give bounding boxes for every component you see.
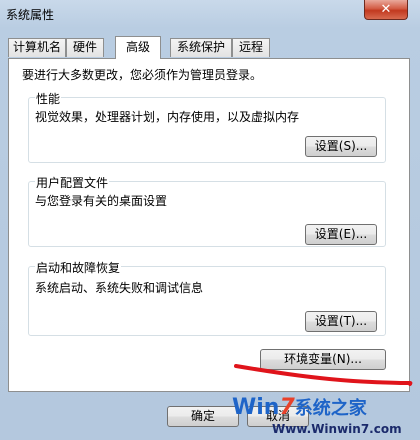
tab-remote[interactable]: 远程 bbox=[232, 38, 270, 57]
close-icon: ✕ bbox=[380, 2, 392, 17]
startup-recovery-description: 系统启动、系统失败和调试信息 bbox=[35, 281, 204, 295]
startup-recovery-group: 启动和故障恢复 系统启动、系统失败和调试信息 设置(T)... bbox=[28, 259, 386, 336]
startup-recovery-settings-button[interactable]: 设置(T)... bbox=[305, 311, 377, 332]
red-underline-annotation bbox=[234, 364, 413, 386]
user-profiles-description: 与您登录有关的桌面设置 bbox=[35, 194, 168, 208]
performance-group-title: 性能 bbox=[35, 90, 62, 107]
window-title: 系统属性 bbox=[6, 8, 55, 22]
tab-system-protection[interactable]: 系统保护 bbox=[170, 38, 232, 57]
performance-description: 视觉效果，处理器计划，内存使用，以及虚拟内存 bbox=[35, 110, 300, 124]
admin-notice: 要进行大多数更改，您必须作为管理员登录。 bbox=[22, 68, 263, 82]
close-button[interactable]: ✕ bbox=[364, 0, 408, 20]
ok-button[interactable]: 确定 bbox=[167, 406, 239, 427]
watermark-url: Www.Winwin7.com bbox=[272, 422, 402, 436]
performance-settings-button[interactable]: 设置(S)... bbox=[305, 136, 377, 157]
tab-computer-name[interactable]: 计算机名 bbox=[8, 38, 66, 57]
user-profiles-group-title: 用户配置文件 bbox=[35, 174, 110, 191]
tab-advanced[interactable]: 高级 bbox=[115, 36, 161, 59]
startup-recovery-group-title: 启动和故障恢复 bbox=[35, 259, 122, 276]
performance-group: 性能 视觉效果，处理器计划，内存使用，以及虚拟内存 设置(S)... bbox=[28, 90, 386, 163]
system-properties-window: 系统属性 ✕ 计算机名 硬件 高级 系统保护 远程 要进行大多数更改，您必须作为… bbox=[0, 0, 420, 440]
watermark-logo: Win7系统之家 bbox=[232, 395, 367, 420]
site-watermark: Win7系统之家 Www.Winwin7.com bbox=[232, 390, 420, 440]
user-profiles-group: 用户配置文件 与您登录有关的桌面设置 设置(E)... bbox=[28, 174, 386, 247]
title-bar[interactable]: 系统属性 ✕ bbox=[0, 0, 420, 28]
tab-hardware[interactable]: 硬件 bbox=[66, 38, 104, 57]
user-profiles-settings-button[interactable]: 设置(E)... bbox=[305, 224, 377, 245]
